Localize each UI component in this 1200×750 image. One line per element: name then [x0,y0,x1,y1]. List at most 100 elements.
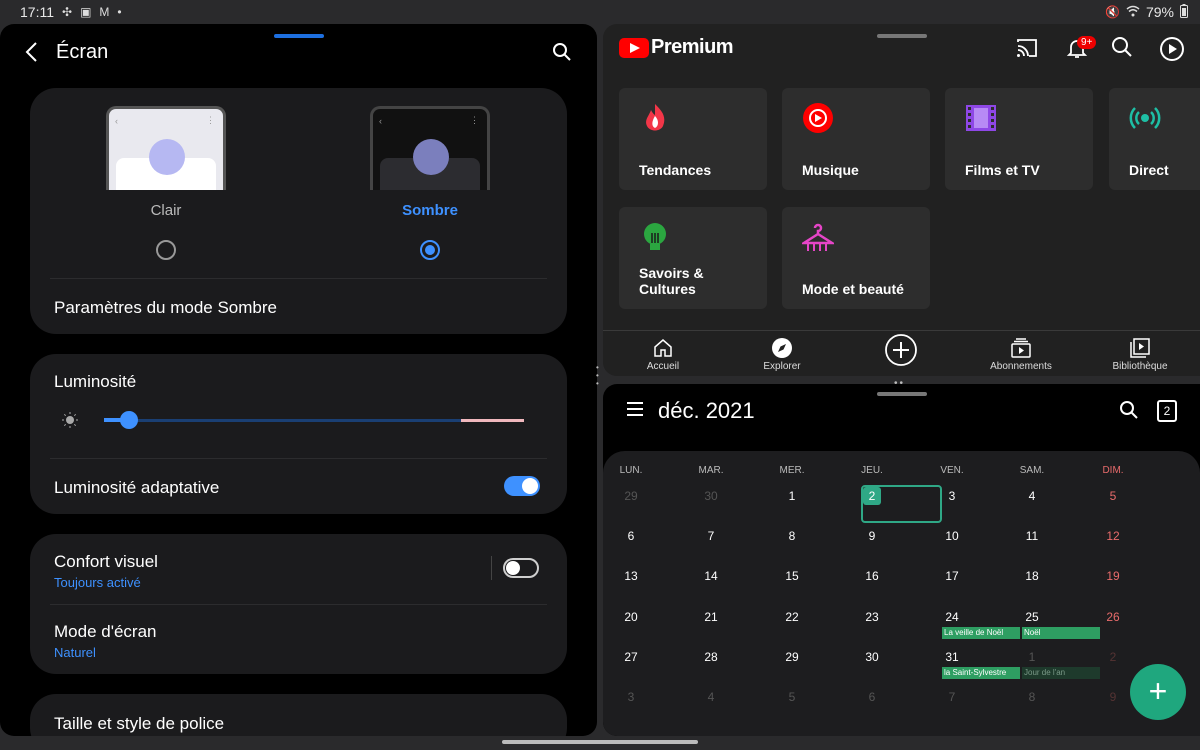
tile-fashion[interactable]: Mode et beauté [782,207,930,309]
day-cell[interactable]: 22 [752,610,832,624]
day-cell[interactable]: 16 [832,569,912,583]
notifications-badge: 9+ [1077,36,1097,49]
day-cell[interactable]: 20 [603,610,671,624]
day-cell[interactable]: 24 [912,610,992,624]
tile-live[interactable]: Direct [1109,88,1200,190]
adaptive-brightness-toggle[interactable] [504,476,540,496]
day-cell[interactable]: 6 [603,529,671,543]
day-cell[interactable]: 4 [992,489,1072,503]
preview-more-icon: ⋮ [470,115,479,125]
search-icon[interactable] [1111,36,1135,60]
day-cell[interactable]: 6 [832,690,912,704]
day-cell[interactable]: 7 [912,690,992,704]
eye-comfort-label[interactable]: Confort visuel [54,552,158,572]
day-cell[interactable]: 31 [912,650,992,664]
add-event-button[interactable]: + [1130,664,1186,720]
day-cell[interactable]: 1 [992,650,1072,664]
day-cell[interactable]: 30 [832,650,912,664]
day-cell[interactable]: 14 [671,569,751,583]
tile-films-tv[interactable]: Films et TV [945,88,1093,190]
day-cell[interactable]: 5 [752,690,832,704]
brightness-high-zone [461,419,524,422]
day-cell[interactable]: 4 [671,690,751,704]
day-cell[interactable]: 11 [992,529,1072,543]
tile-learning[interactable]: Savoirs & Cultures [619,207,767,309]
tile-trending[interactable]: Tendances [619,88,767,190]
light-theme-preview[interactable]: ‹ ⋮ [106,106,226,190]
tile-music[interactable]: Musique [782,88,930,190]
youtube-panel: Premium 9+ Tendances Musique Films et TV… [603,24,1200,376]
home-indicator[interactable] [502,740,698,744]
day-cell[interactable]: 26 [1073,610,1153,624]
nav-label: Abonnements [990,361,1052,372]
nav-create[interactable] [856,333,946,369]
day-cell[interactable]: 18 [992,569,1072,583]
day-cell[interactable]: 2 [1073,650,1153,664]
dark-theme-preview[interactable]: ‹ ⋮ [370,106,490,190]
day-cell[interactable]: 19 [1073,569,1153,583]
battery-icon [1180,3,1188,21]
window-handle[interactable] [877,392,927,396]
day-cell[interactable]: 30 [671,489,751,503]
dark-mode-settings-item[interactable]: Paramètres du mode Sombre [54,298,277,318]
weekday-header: MAR. [698,465,724,476]
film-icon [965,102,997,134]
day-cell[interactable]: 27 [603,650,671,664]
event-chip[interactable]: la Saint-Sylvestre [942,667,1020,679]
day-cell[interactable]: 8 [752,529,832,543]
event-chip[interactable]: La veille de Noël [942,627,1020,639]
nav-library[interactable]: Bibliothèque [1095,337,1185,372]
mute-icon: 🔇 [1105,5,1120,19]
weekday-header: JEU. [861,465,883,476]
light-theme-radio[interactable] [156,240,176,260]
day-cell[interactable]: 12 [1073,529,1153,543]
account-icon[interactable] [1159,36,1184,61]
day-cell[interactable]: 17 [912,569,992,583]
today-icon[interactable]: 2 [1157,400,1177,422]
eye-comfort-toggle[interactable] [503,558,539,578]
cast-icon[interactable] [1015,36,1039,60]
music-icon [802,102,834,134]
day-cell[interactable]: 8 [992,690,1072,704]
day-cell[interactable]: 25 [992,610,1072,624]
day-cell[interactable]: 15 [752,569,832,583]
day-cell[interactable]: 3 [603,690,671,704]
search-icon[interactable] [1119,400,1139,425]
light-theme-label: Clair [150,202,182,219]
window-handle[interactable] [877,34,927,38]
back-icon[interactable] [22,40,46,66]
subscriptions-icon [1010,337,1032,359]
dark-theme-label: Sombre [402,202,458,219]
nav-explore[interactable]: Explorer [737,337,827,372]
adaptive-brightness-label[interactable]: Luminosité adaptative [54,478,219,498]
day-cell[interactable]: 7 [671,529,751,543]
day-cell[interactable]: 29 [603,489,671,503]
event-chip[interactable]: Jour de l'an [1022,667,1100,679]
weekday-header: MER. [779,465,805,476]
comfort-card: Confort visuel Toujours activé Mode d'éc… [30,534,567,674]
day-cell[interactable]: 3 [912,489,992,503]
day-cell[interactable]: 5 [1073,489,1153,503]
event-chip[interactable]: Noël [1022,627,1100,639]
nav-label: Bibliothèque [1112,361,1168,372]
day-cell[interactable]: 1 [752,489,832,503]
screen-mode-label[interactable]: Mode d'écran [54,622,156,642]
nav-home[interactable]: Accueil [618,337,708,372]
day-cell[interactable]: 23 [832,610,912,624]
search-icon[interactable] [552,42,572,67]
day-cell[interactable]: 21 [671,610,751,624]
brightness-slider-thumb[interactable] [120,411,138,429]
wifi-icon [1126,5,1140,20]
day-cell[interactable]: 10 [912,529,992,543]
split-handle-vertical[interactable]: • • • [596,364,602,388]
dark-theme-radio[interactable] [420,240,440,260]
day-cell[interactable]: 9 [832,529,912,543]
nav-subscriptions[interactable]: Abonnements [976,337,1066,372]
font-settings-item[interactable]: Taille et style de police [54,714,224,734]
day-cell[interactable]: 29 [752,650,832,664]
month-title[interactable]: déc. 2021 [658,398,755,424]
youtube-logo-icon[interactable] [619,38,649,58]
day-cell[interactable]: 13 [603,569,671,583]
day-cell[interactable]: 28 [671,650,751,664]
menu-icon[interactable] [627,402,643,416]
